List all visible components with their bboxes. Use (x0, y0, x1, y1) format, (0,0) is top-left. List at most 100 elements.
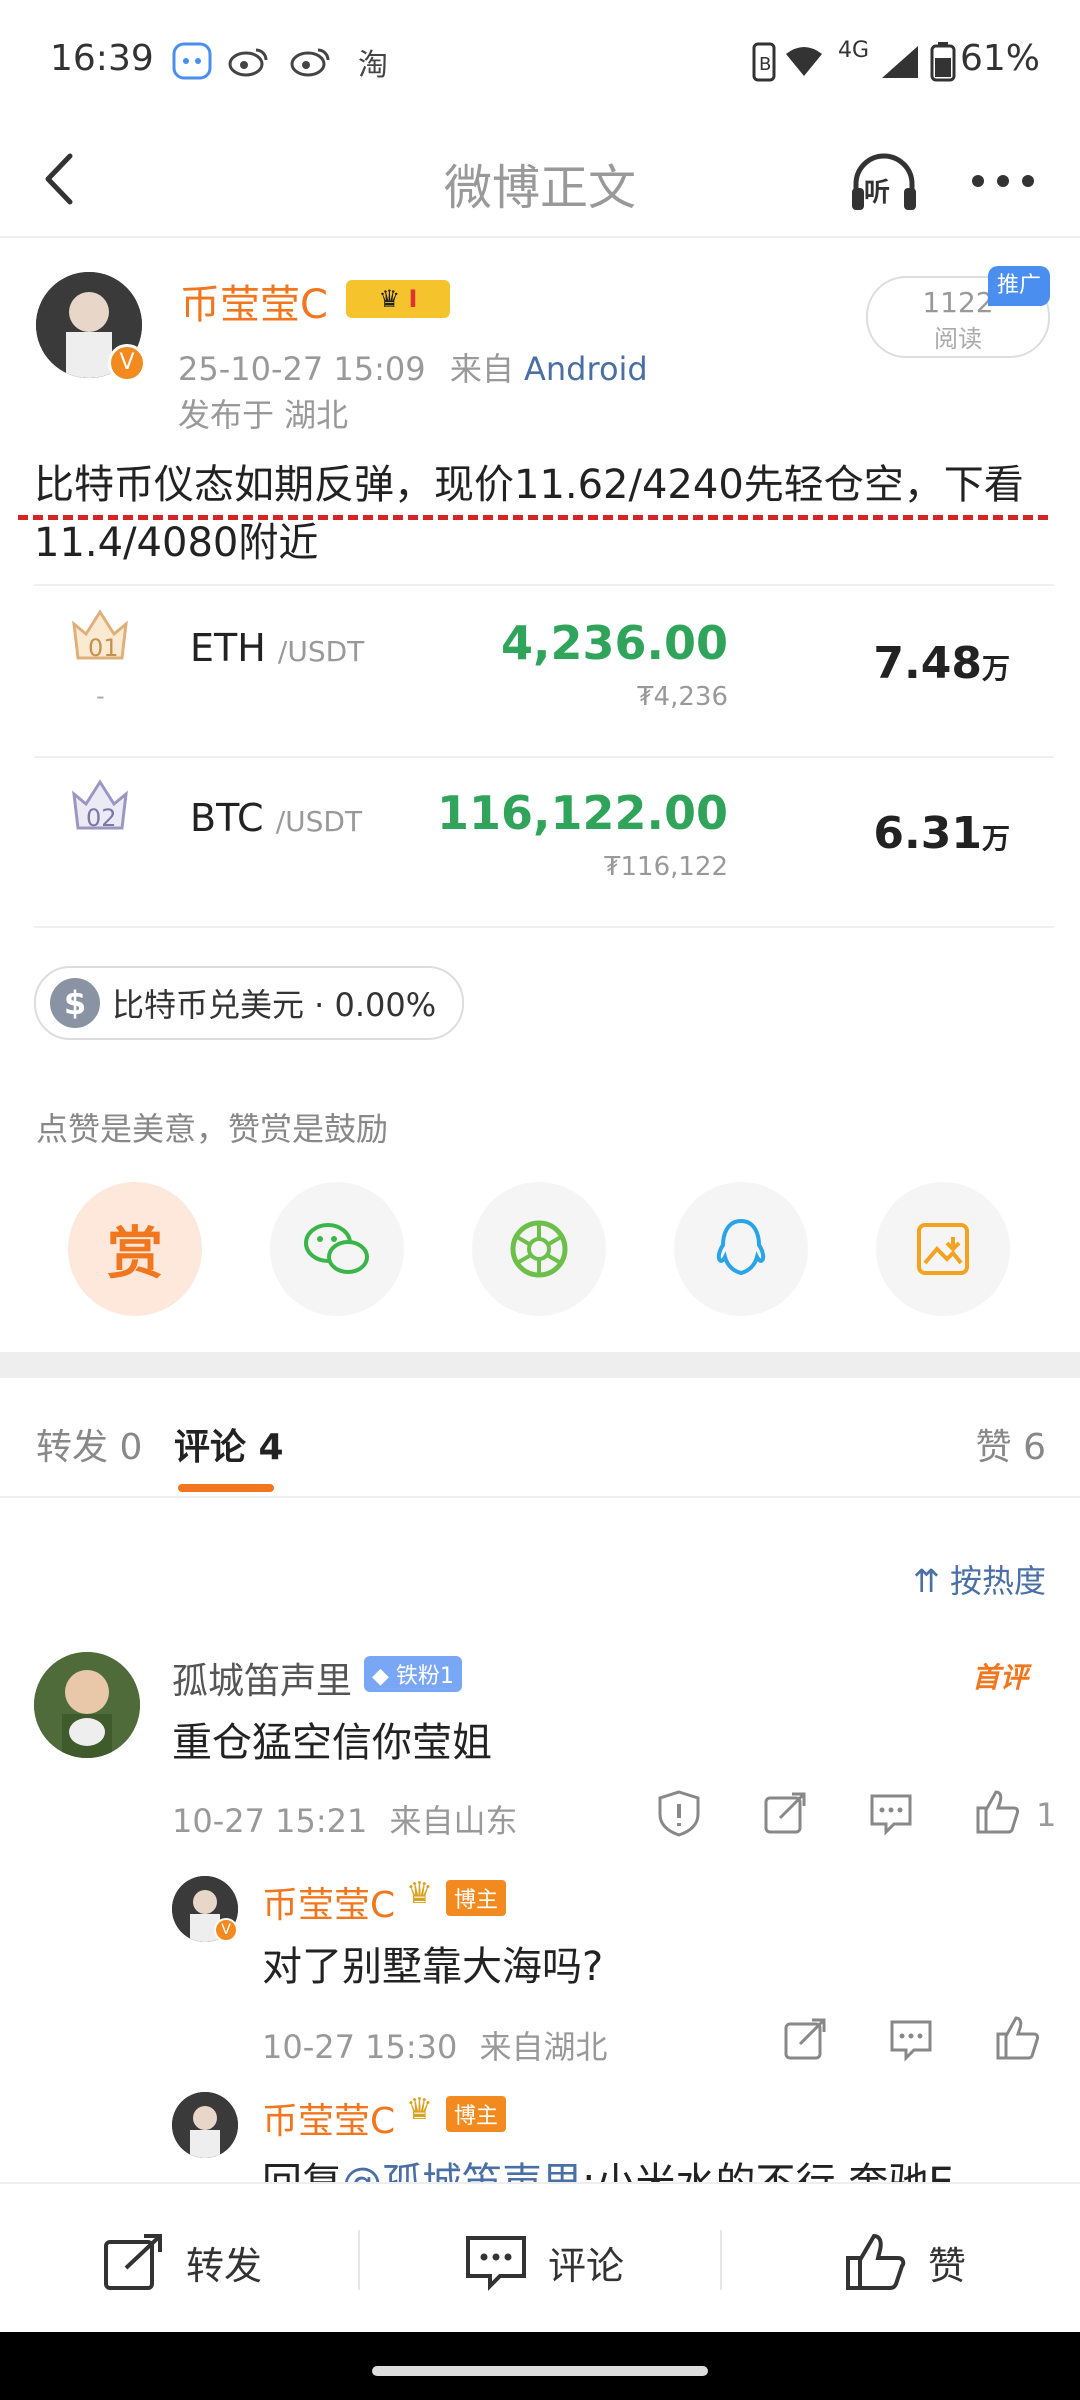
post-text: 比特币仪态如期反弹，现价11.62/4240先轻仓空，下看11.4/4080附近 (34, 462, 1024, 566)
repost-button[interactable]: 转发 (102, 2232, 262, 2292)
reply-meta: 10-27 15:30 来自湖北 (262, 2022, 608, 2068)
crown-icon: ♛ (378, 285, 409, 313)
source-prefix: 来自 (449, 350, 514, 388)
status-time: 16:39 (50, 38, 154, 79)
section-divider (0, 1352, 1080, 1378)
volume-value: 7.48 (873, 638, 982, 689)
network-label: 4G (838, 38, 870, 63)
pair: /USDT (277, 635, 365, 668)
avatar-image (172, 2092, 238, 2158)
commenter-name[interactable]: 孤城笛声里 (172, 1652, 352, 1704)
more-icon[interactable] (968, 156, 1038, 206)
price-local: ₮4,236 (637, 682, 728, 712)
signal-icon (882, 46, 918, 78)
like-label: 赞 (928, 2243, 967, 2288)
reply-text: 对了别墅靠大海吗? (262, 1944, 604, 1990)
qq-share-button[interactable] (674, 1182, 808, 1316)
comment-button[interactable]: 评论 (464, 2232, 624, 2292)
reply-author-name[interactable]: 币莹莹C (262, 1876, 395, 1928)
comment-text: 重仓猛空信你莹姐 (172, 1720, 492, 1766)
reply-avatar[interactable] (172, 2092, 238, 2158)
qq-icon (716, 1218, 766, 1276)
promote-badge[interactable]: 推广 (988, 266, 1050, 306)
comment-icon[interactable] (866, 1788, 916, 1838)
reply-location: 来自湖北 (479, 2028, 608, 2066)
wechat-share-button[interactable] (270, 1182, 404, 1316)
battery-icon (930, 42, 956, 82)
bluetooth-battery-icon: B (752, 42, 776, 82)
crown-icon: ♛ (406, 1876, 433, 1911)
fan-badge: ◆ 铁粉1 (364, 1656, 462, 1692)
comment-label: 评论 (548, 2243, 625, 2288)
wifi-icon (786, 47, 822, 76)
weibo-icon (228, 48, 268, 77)
symbol-name: ETH (190, 626, 266, 670)
market-row-eth[interactable]: 01 - ETH /USDT 4,236.00 ₮4,236 7.48万 (34, 584, 1054, 758)
volume-value: 6.31 (873, 808, 982, 859)
tab-divider (0, 1496, 1080, 1498)
home-gesture-handle[interactable] (372, 2366, 708, 2376)
pair: /USDT (275, 805, 363, 838)
crown-level: I (408, 285, 418, 313)
symbol: ETH /USDT (190, 626, 364, 670)
battery-percent: 61% (960, 38, 1041, 79)
price: 4,236.00 (501, 616, 728, 670)
moments-share-button[interactable] (472, 1182, 606, 1316)
comment-location: 来自山东 (389, 1802, 518, 1840)
taobao-icon: 淘 (358, 48, 388, 83)
listen-button[interactable]: 听 (848, 148, 920, 220)
tab-likes[interactable]: 赞 6 (976, 1418, 1046, 1470)
report-icon[interactable] (654, 1788, 704, 1838)
moments-icon (510, 1220, 568, 1278)
author-name[interactable]: 币莹莹C (180, 272, 328, 330)
reward-button[interactable]: 赏 (68, 1182, 202, 1316)
market-row-btc[interactable]: 02 BTC /USDT 116,122.00 ₮116,122 6.31万 (34, 756, 1054, 928)
weibo-icon (290, 48, 330, 77)
reply-author-name[interactable]: 币莹莹C (262, 2092, 395, 2144)
reply-prefix: 回复 (262, 2160, 342, 2182)
tab-comments[interactable]: 评论 4 (174, 1418, 284, 1470)
save-image-button[interactable] (876, 1182, 1010, 1316)
share-icon[interactable] (780, 2014, 830, 2064)
comment-icon[interactable] (886, 2014, 936, 2064)
divider (720, 2230, 722, 2290)
like-icon[interactable] (992, 2012, 1042, 2062)
status-bar: 16:39 淘 B 4G 61% (0, 0, 1080, 126)
like-button[interactable]: 赞 (844, 2232, 966, 2292)
post-source: Android (524, 350, 648, 388)
symbol: BTC /USDT (190, 796, 362, 840)
sort-toggle[interactable]: ⇈ 按热度 (913, 1556, 1046, 1602)
dollar-icon: $ (50, 978, 100, 1028)
post-time: 25-10-27 15:09 (178, 350, 426, 388)
like-icon[interactable] (972, 1786, 1022, 1836)
host-badge: 博主 (446, 1880, 507, 1916)
volume: 6.31万 (873, 808, 1010, 859)
comment-time: 10-27 15:21 (172, 1802, 368, 1840)
volume-unit: 万 (981, 822, 1010, 855)
divider (358, 2230, 360, 2290)
commenter-avatar[interactable] (34, 1652, 140, 1758)
sort-label: 按热度 (949, 1562, 1046, 1600)
rank-number: 02 (86, 804, 117, 832)
topic-chip[interactable]: $ 比特币兑美元 · 0.00% (34, 966, 465, 1040)
reward-tip-text: 点赞是美意，赞赏是鼓励 (36, 1110, 389, 1148)
reply-time: 10-27 15:30 (262, 2028, 458, 2066)
host-badge: 博主 (446, 2096, 507, 2132)
active-tab-indicator (178, 1484, 274, 1492)
price-local: ₮116,122 (603, 852, 728, 882)
mention-link[interactable]: @孤城笛声里 (342, 2160, 582, 2182)
crown-icon: ♛ (406, 2092, 433, 2127)
symbol-name: BTC (190, 796, 264, 840)
bottom-action-bar: 转发 评论 赞 (0, 2182, 1080, 2334)
fan-badge-label: 铁粉1 (395, 1664, 454, 1689)
tab-repost[interactable]: 转发 0 (36, 1418, 142, 1470)
repost-label: 转发 (186, 2243, 263, 2288)
price: 116,122.00 (436, 786, 728, 840)
reply-text: 回复@孤城笛声里:小米水的不行 奔驰E (262, 2150, 953, 2182)
sort-icon: ⇈ (913, 1562, 950, 1600)
diamond-icon: ◆ (372, 1664, 396, 1689)
share-icon[interactable] (760, 1788, 810, 1838)
listen-label: 听 (864, 178, 891, 208)
comment-icon (466, 2236, 526, 2291)
like-count: 1 (1036, 1796, 1057, 1834)
